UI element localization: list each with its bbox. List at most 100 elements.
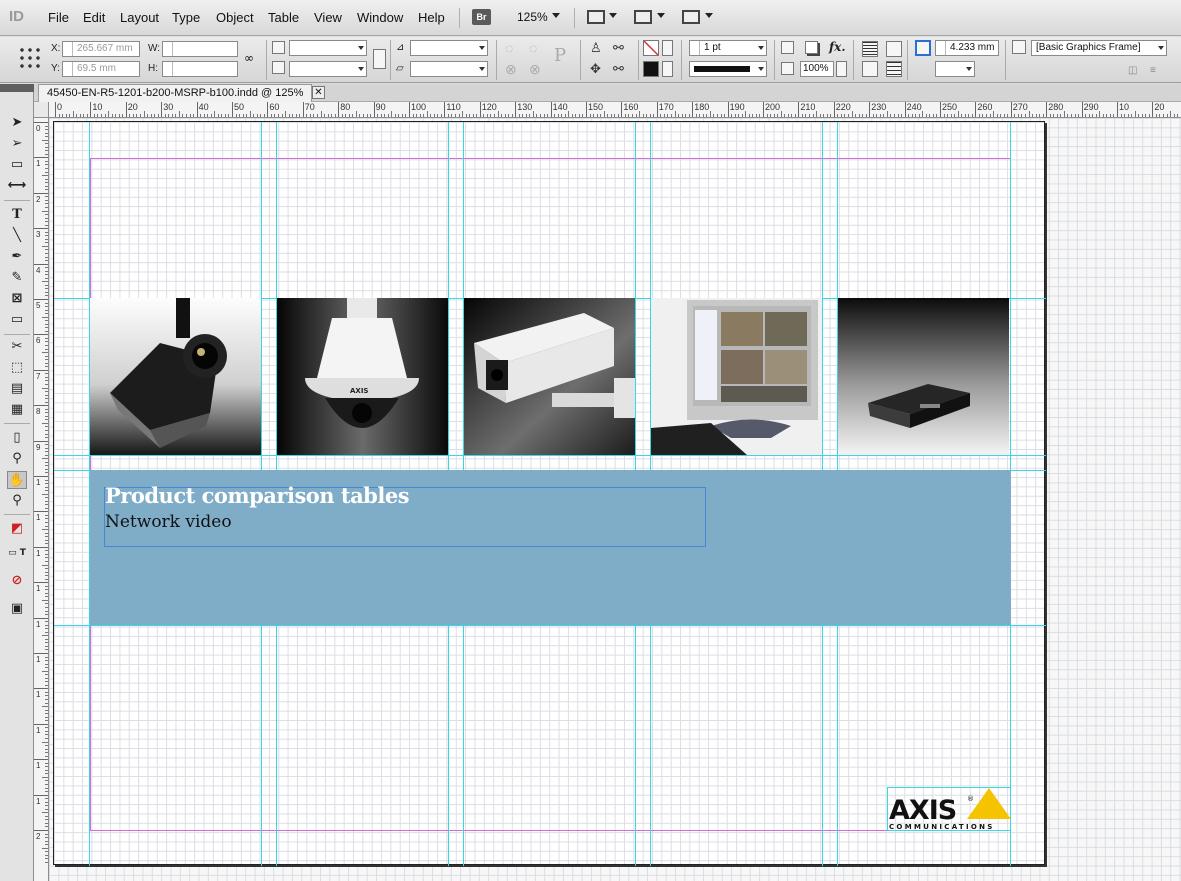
effects-icon[interactable]: fx. — [829, 40, 846, 54]
line-tool-icon[interactable]: ╲ — [7, 227, 27, 245]
horizontal-ruler[interactable]: 0 10 20 30 40 50 60 70 80 90 100 110 120 130 140 150 160… — [49, 102, 1181, 118]
menu-table[interactable]: Table — [268, 10, 299, 25]
wrap-around-icon[interactable] — [886, 41, 902, 57]
note-tool-icon[interactable]: ▯ — [7, 429, 27, 447]
page-title[interactable]: Product comparison tables — [105, 483, 410, 508]
stroke-type-field[interactable] — [689, 61, 767, 77]
page-subtitle[interactable]: Network video — [105, 512, 232, 532]
document-tab[interactable]: 45450-EN-R5-1201-b200-MSRP-b100.indd @ 1… — [38, 84, 313, 102]
dropdown-icon[interactable] — [358, 46, 364, 50]
row-guide[interactable] — [54, 455, 1046, 456]
rotation-field[interactable] — [410, 40, 488, 56]
flip-h-icon[interactable]: ⊗ — [505, 61, 517, 78]
text-wrap-icon[interactable] — [862, 41, 878, 57]
scissors-tool-icon[interactable]: ✂ — [7, 338, 27, 356]
type-tool-icon[interactable]: T — [7, 206, 27, 224]
menu-edit[interactable]: Edit — [83, 10, 105, 25]
direct-selection-tool-icon[interactable]: ➢ — [7, 135, 27, 153]
flip-v-icon[interactable]: ⊗ — [529, 61, 541, 78]
width-spinner[interactable] — [163, 42, 173, 56]
corner-options-field[interactable] — [935, 61, 975, 77]
height-field[interactable] — [162, 61, 238, 77]
menu-layout[interactable]: Layout — [120, 10, 159, 25]
close-tab-icon[interactable]: ✕ — [312, 86, 325, 99]
dropdown-icon[interactable] — [758, 46, 764, 50]
stroke-dropdown-icon[interactable] — [662, 61, 673, 77]
constrain-proportions-icon[interactable]: ∞ — [244, 51, 260, 67]
arrange-documents-icon[interactable] — [682, 10, 700, 24]
object-style-field[interactable]: [Basic Graphics Frame] — [1031, 40, 1167, 56]
apply-none-icon[interactable]: ⊘ — [7, 572, 27, 590]
vertical-ruler[interactable]: 0 1 2 3 4 5 6 7 8 9 1 1 1 1 1 1 1 1 1 1 2 — [34, 118, 49, 881]
arrange-documents-dropdown-icon[interactable] — [705, 13, 713, 18]
offset-spinner[interactable] — [936, 41, 946, 55]
opacity-field[interactable]: 100% — [800, 61, 834, 77]
scale-y-field[interactable] — [289, 61, 367, 77]
rotate-cw-icon[interactable]: ◌ — [505, 40, 513, 56]
zoom-level[interactable]: 125% — [517, 10, 548, 24]
view-options-icon[interactable] — [587, 10, 605, 24]
zoom-dropdown-icon[interactable] — [552, 13, 560, 18]
constrain-scale-icon[interactable] — [373, 49, 386, 69]
eyedropper-tool-icon[interactable]: ⚲ — [7, 450, 27, 468]
offset-field[interactable]: 4.233 mm — [935, 40, 999, 56]
free-transform-tool-icon[interactable]: ⬚ — [7, 359, 27, 377]
fill-stroke-icon[interactable]: ◩ — [7, 520, 27, 538]
menu-file[interactable]: File — [48, 10, 69, 25]
row-guide[interactable] — [54, 625, 1046, 626]
height-spinner[interactable] — [163, 62, 173, 76]
menu-object[interactable]: Object — [216, 10, 254, 25]
select-next-icon[interactable]: ⚯ — [613, 61, 624, 77]
photo-ceiling-camera[interactable] — [90, 298, 261, 455]
screen-mode-icon[interactable] — [634, 10, 652, 24]
dropdown-icon[interactable] — [758, 67, 764, 71]
axis-logo[interactable]: AXIS ® COMMUNICATIONS — [887, 787, 1011, 831]
drop-shadow-icon[interactable] — [781, 41, 794, 54]
menu-window[interactable]: Window — [357, 10, 403, 25]
view-options-dropdown-icon[interactable] — [609, 13, 617, 18]
select-content-icon[interactable]: ✥ — [590, 61, 601, 77]
title-text-frame[interactable]: Product comparison tables Network video — [104, 483, 706, 547]
document-page[interactable]: AXIS Product comparison tables Network v… — [53, 121, 1046, 866]
stroke-swatch-icon[interactable] — [643, 61, 659, 77]
title-band[interactable]: Product comparison tables Network video — [90, 470, 1011, 625]
gradient-swatch-tool-icon[interactable]: ▤ — [7, 380, 27, 398]
rotate-ccw-icon[interactable]: ◌ — [529, 40, 537, 56]
wrap-object-icon[interactable] — [862, 61, 878, 77]
gap-tool-icon[interactable]: ⟷ — [7, 177, 27, 195]
dropdown-icon[interactable] — [358, 67, 364, 71]
clear-overrides-icon[interactable]: ◫ — [1128, 65, 1137, 76]
x-spinner[interactable] — [63, 42, 73, 56]
shear-field[interactable] — [410, 61, 488, 77]
scale-x-field[interactable] — [289, 40, 367, 56]
gradient-feather-tool-icon[interactable]: ▦ — [7, 401, 27, 419]
photo-dome-camera[interactable]: AXIS — [277, 298, 448, 455]
opacity-dropdown-icon[interactable] — [836, 61, 847, 77]
pen-tool-icon[interactable]: ✒ — [7, 248, 27, 266]
photo-box-camera[interactable] — [464, 298, 635, 455]
screen-mode-dropdown-icon[interactable] — [657, 13, 665, 18]
fill-swatch-icon[interactable] — [643, 40, 659, 56]
page-tool-icon[interactable]: ▭ — [7, 156, 27, 174]
dropdown-icon[interactable] — [1158, 46, 1164, 50]
screen-mode-tool-icon[interactable]: ▣ — [7, 600, 27, 618]
bridge-button[interactable]: Br — [472, 9, 491, 25]
dropdown-icon[interactable] — [966, 67, 972, 71]
rectangle-frame-tool-icon[interactable]: ⊠ — [7, 290, 27, 308]
jump-object-icon[interactable] — [886, 61, 902, 77]
dropdown-icon[interactable] — [479, 67, 485, 71]
tools-panel-header[interactable] — [0, 84, 34, 92]
hand-tool-icon[interactable]: ✋ — [7, 471, 27, 489]
reference-point-icon[interactable] — [18, 46, 40, 68]
pencil-tool-icon[interactable]: ✎ — [7, 269, 27, 287]
menu-help[interactable]: Help — [418, 10, 445, 25]
select-previous-icon[interactable]: ⚯ — [613, 40, 624, 56]
menu-view[interactable]: View — [314, 10, 342, 25]
stroke-weight-spinner[interactable] — [690, 41, 700, 55]
shadow-toggle-icon[interactable] — [805, 41, 818, 54]
formatting-affects-icon[interactable]: ▭ T — [7, 544, 27, 562]
pasteboard[interactable]: AXIS Product comparison tables Network v… — [49, 118, 1181, 881]
photo-encoder[interactable] — [838, 298, 1009, 455]
select-container-icon[interactable]: ♙ — [590, 40, 602, 56]
menu-type[interactable]: Type — [172, 10, 200, 25]
